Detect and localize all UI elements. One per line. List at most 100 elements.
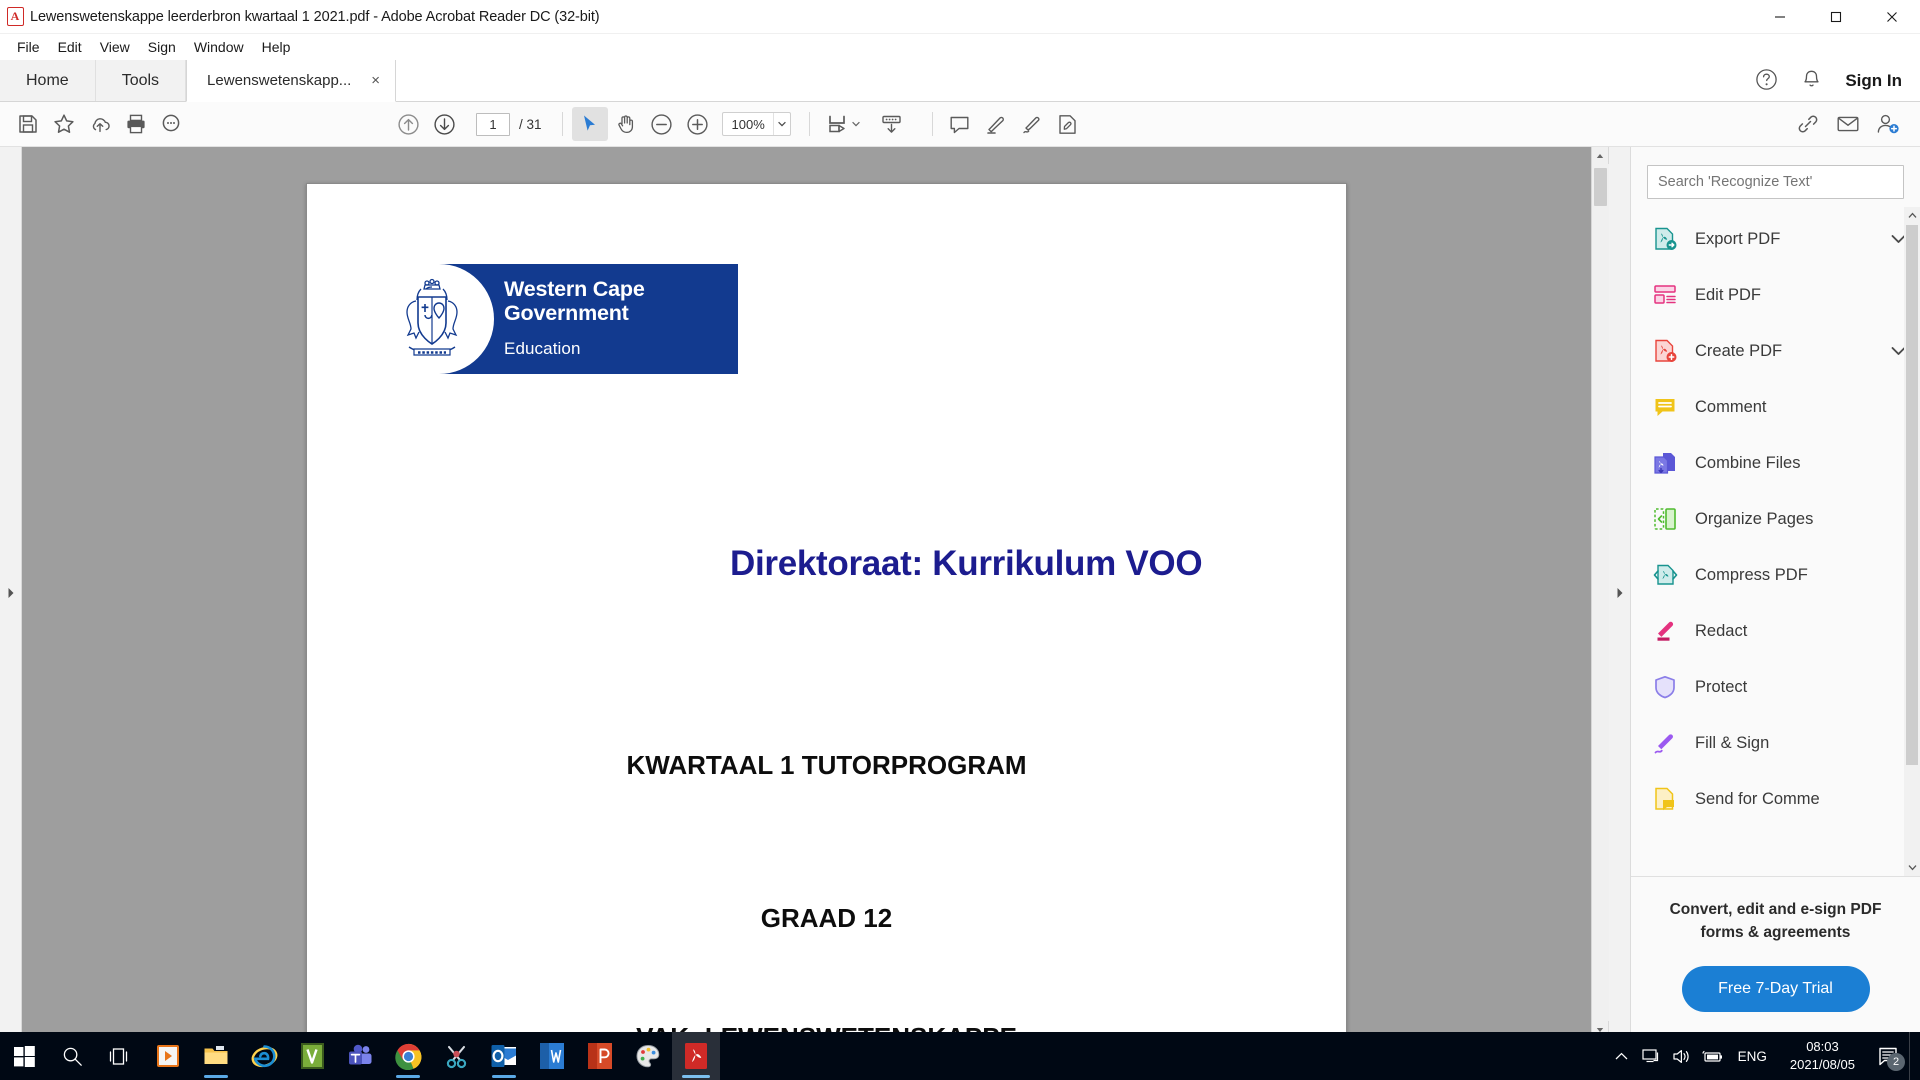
scrollbar-track[interactable]	[1591, 164, 1609, 1021]
draw-pencil-icon[interactable]	[1014, 107, 1050, 141]
powerpoint-button[interactable]	[576, 1032, 624, 1080]
scroll-down-icon[interactable]	[1904, 859, 1920, 876]
zoom-level-value: 100%	[731, 116, 765, 132]
visio-button[interactable]	[288, 1032, 336, 1080]
tab-document[interactable]: Lewenswetenskapp... ×	[186, 60, 397, 102]
chrome-button[interactable]	[384, 1032, 432, 1080]
document-vertical-scrollbar[interactable]	[1591, 147, 1609, 1038]
tab-home[interactable]: Home	[0, 60, 96, 101]
maximize-button[interactable]	[1808, 0, 1864, 34]
highlight-pen-icon[interactable]	[978, 107, 1014, 141]
tools-panel-scrollbar[interactable]	[1904, 207, 1920, 877]
tools-search-input[interactable]	[1647, 165, 1904, 199]
teams-button[interactable]	[336, 1032, 384, 1080]
save-icon[interactable]	[10, 107, 46, 141]
tool-item-redact[interactable]: Redact	[1631, 603, 1920, 659]
menu-sign[interactable]: Sign	[139, 36, 185, 58]
volume-icon[interactable]	[1667, 1032, 1697, 1080]
fit-page-chevron-down-icon[interactable]	[851, 121, 860, 127]
internet-explorer-button[interactable]	[240, 1032, 288, 1080]
promo-panel: Convert, edit and e-sign PDF forms & agr…	[1631, 876, 1920, 1038]
document-line-2: GRAAD 12	[760, 903, 893, 933]
compress-pdf-icon	[1652, 562, 1678, 588]
scrollbar-thumb[interactable]	[1593, 168, 1607, 206]
network-icon[interactable]	[1637, 1032, 1667, 1080]
search-button[interactable]	[48, 1032, 96, 1080]
scroll-up-icon[interactable]	[1904, 207, 1920, 224]
tool-item-edit-pdf[interactable]: Edit PDF	[1631, 267, 1920, 323]
notifications-icon[interactable]: 2	[1867, 1032, 1909, 1080]
tab-strip: Home Tools Lewenswetenskapp... × Sign In	[0, 60, 1920, 102]
zoom-level-select[interactable]: 100%	[721, 112, 791, 136]
snipping-tool-button[interactable]	[432, 1032, 480, 1080]
word-button[interactable]	[528, 1032, 576, 1080]
paint-button[interactable]	[624, 1032, 672, 1080]
tool-item-comment[interactable]: Comment	[1631, 379, 1920, 435]
show-hidden-icons-icon[interactable]	[1607, 1032, 1637, 1080]
minimize-button[interactable]	[1752, 0, 1808, 34]
tab-tools[interactable]: Tools	[95, 60, 187, 101]
tool-item-organize-pages[interactable]: Organize Pages	[1631, 491, 1920, 547]
chevron-down-icon[interactable]	[772, 113, 790, 135]
logo-line-2: Government	[504, 301, 629, 326]
bell-icon[interactable]	[1800, 68, 1823, 94]
upload-cloud-icon[interactable]	[82, 107, 118, 141]
sign-in-button[interactable]: Sign In	[1845, 71, 1902, 91]
page-number-input[interactable]: 1	[476, 112, 510, 136]
tool-item-create-pdf[interactable]: Create PDF	[1631, 323, 1920, 379]
language-indicator[interactable]: ENG	[1727, 1032, 1778, 1080]
zoom-out-icon[interactable]	[644, 107, 680, 141]
page-scroll-icon[interactable]	[874, 107, 910, 141]
tool-item-send-for-comments[interactable]: Send for Comme	[1631, 771, 1920, 827]
task-view-button[interactable]	[96, 1032, 144, 1080]
print-icon[interactable]	[118, 107, 154, 141]
scroll-up-icon[interactable]	[1591, 147, 1609, 164]
tool-item-export-pdf[interactable]: Export PDF	[1631, 211, 1920, 267]
close-icon[interactable]: ×	[366, 72, 385, 89]
close-button[interactable]	[1864, 0, 1920, 34]
system-tray: ENG 08:03 2021/08/05 2	[1607, 1032, 1920, 1080]
page-up-icon[interactable]	[390, 107, 426, 141]
share-link-icon[interactable]	[1790, 107, 1826, 141]
left-pane-toggle[interactable]	[0, 147, 22, 1038]
clock[interactable]: 08:03 2021/08/05	[1778, 1032, 1867, 1080]
tool-item-fill-and-sign[interactable]: Fill & Sign	[1631, 715, 1920, 771]
help-circle-icon[interactable]	[1755, 68, 1778, 94]
show-desktop-button[interactable]	[1909, 1032, 1916, 1080]
acrobat-button[interactable]	[672, 1032, 720, 1080]
menu-view[interactable]: View	[91, 36, 139, 58]
page-down-icon[interactable]	[426, 107, 462, 141]
scrollbar-thumb[interactable]	[1906, 225, 1918, 765]
western-cape-government-logo: Western Cape Government Education	[369, 264, 738, 374]
send-comments-icon	[1652, 786, 1678, 812]
tool-item-compress-pdf[interactable]: Compress PDF	[1631, 547, 1920, 603]
outlook-button[interactable]	[480, 1032, 528, 1080]
zoom-in-icon[interactable]	[680, 107, 716, 141]
document-viewer[interactable]: Western Cape Government Education Direkt…	[22, 147, 1591, 1038]
hand-pan-icon[interactable]	[608, 107, 644, 141]
menu-edit[interactable]: Edit	[49, 36, 91, 58]
fit-page-icon[interactable]	[819, 107, 855, 141]
notification-count-badge: 2	[1887, 1053, 1905, 1071]
search-magnifier-icon[interactable]	[154, 107, 190, 141]
tool-item-protect[interactable]: Protect	[1631, 659, 1920, 715]
tool-label: Export PDF	[1695, 229, 1781, 248]
right-pane-toggle[interactable]	[1608, 147, 1630, 1038]
cursor-select-icon[interactable]	[571, 107, 608, 141]
create-pdf-icon	[1652, 338, 1678, 364]
free-trial-button[interactable]: Free 7-Day Trial	[1681, 966, 1870, 1012]
star-icon[interactable]	[46, 107, 82, 141]
media-player-button[interactable]	[144, 1032, 192, 1080]
menu-help[interactable]: Help	[253, 36, 300, 58]
file-explorer-button[interactable]	[192, 1032, 240, 1080]
fill-sign-icon[interactable]	[1050, 107, 1086, 141]
add-person-icon[interactable]	[1870, 107, 1906, 141]
menu-window[interactable]: Window	[185, 36, 253, 58]
comment-balloon-icon[interactable]	[942, 107, 978, 141]
menu-file[interactable]: File	[8, 36, 49, 58]
email-envelope-icon[interactable]	[1830, 107, 1866, 141]
clock-date: 2021/08/05	[1789, 1057, 1855, 1072]
tool-item-combine-files[interactable]: Combine Files	[1631, 435, 1920, 491]
start-button[interactable]	[0, 1032, 48, 1080]
battery-icon[interactable]	[1697, 1032, 1727, 1080]
